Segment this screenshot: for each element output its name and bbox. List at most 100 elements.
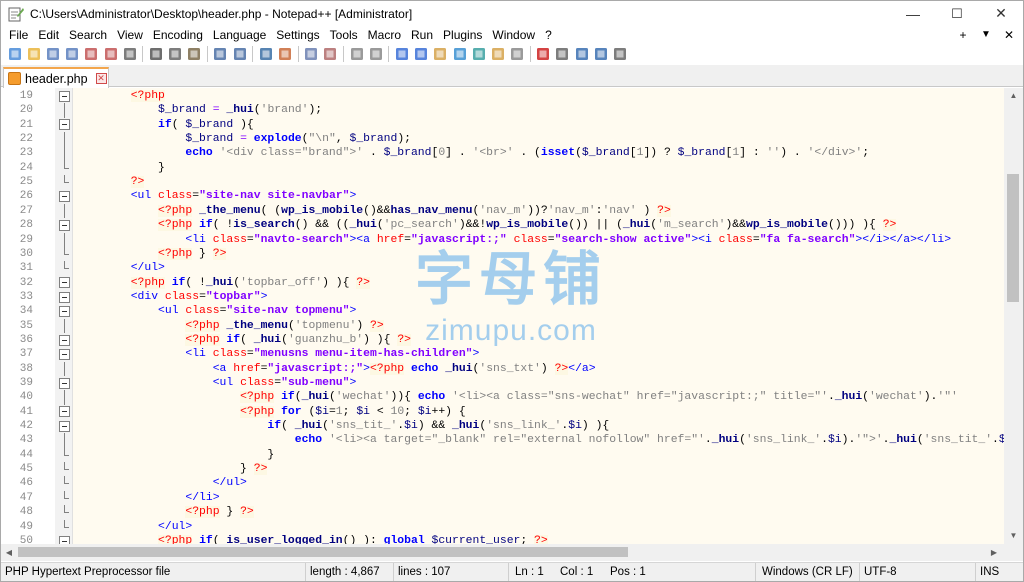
code-text[interactable]: $_brand = _hui('brand'); xyxy=(76,103,322,117)
vertical-scroll-thumb[interactable] xyxy=(1007,174,1019,302)
code-text[interactable]: if( _hui('sns_tit_'.$i) && _hui('sns_lin… xyxy=(76,419,609,433)
menu-tools[interactable]: Tools xyxy=(325,26,363,44)
code-text[interactable]: } xyxy=(76,448,274,462)
code-text[interactable]: </li> xyxy=(76,491,219,505)
code-line[interactable]: 19 <?php xyxy=(1,89,1004,103)
fold-collapse-icon[interactable] xyxy=(59,191,70,203)
fold-collapse-icon[interactable] xyxy=(59,305,70,317)
code-text[interactable]: <?php if( !_hui('topbar_off') ){ ?> xyxy=(76,276,370,290)
replace-icon[interactable] xyxy=(277,46,293,62)
code-line[interactable]: 26 <ul class="site-nav site-navbar"> xyxy=(1,189,1004,203)
tab-close-icon[interactable]: ✕ xyxy=(95,73,107,84)
monitoring-icon[interactable] xyxy=(509,46,525,62)
code-line[interactable]: 34 <ul class="site-nav topmenu"> xyxy=(1,304,1004,318)
code-line[interactable]: 33 <div class="topbar"> xyxy=(1,290,1004,304)
code-text[interactable]: <?php for ($i=1; $i < 10; $i++) { xyxy=(76,405,466,419)
status-encoding[interactable]: UTF-8 xyxy=(860,563,976,581)
code-line[interactable]: 48 <?php } ?> xyxy=(1,505,1004,519)
tab-list-dropdown-button[interactable]: ▼ xyxy=(976,26,996,44)
scroll-up-arrow-icon[interactable]: ▲ xyxy=(1004,88,1023,104)
undo-icon[interactable] xyxy=(212,46,228,62)
code-line[interactable]: 25 ?> xyxy=(1,175,1004,189)
code-text[interactable]: <li class="menusns menu-item-has-childre… xyxy=(76,347,479,361)
folder-as-workspace-icon[interactable] xyxy=(490,46,506,62)
code-text[interactable]: <ul class="site-nav site-navbar"> xyxy=(76,189,357,203)
redo-icon[interactable] xyxy=(232,46,248,62)
document-map-icon[interactable] xyxy=(452,46,468,62)
menu-edit[interactable]: Edit xyxy=(33,26,64,44)
code-line[interactable]: 28 <?php if( !is_search() && ((_hui('pc_… xyxy=(1,218,1004,232)
close-document-button[interactable]: ✕ xyxy=(999,26,1019,44)
fold-collapse-icon[interactable] xyxy=(59,348,70,360)
code-text[interactable]: </ul> xyxy=(76,520,192,534)
fold-collapse-icon[interactable] xyxy=(59,90,70,102)
code-text[interactable]: echo '<div class="brand">' . $_brand[0] … xyxy=(76,146,869,160)
code-editor[interactable]: 19 <?php 20 $_brand = _hui('brand'); 21 if… xyxy=(1,88,1004,544)
fold-collapse-icon[interactable] xyxy=(59,420,70,432)
close-window-button[interactable]: ✕ xyxy=(979,1,1023,26)
code-line[interactable]: 20 $_brand = _hui('brand'); xyxy=(1,103,1004,118)
menu-run[interactable]: Run xyxy=(406,26,438,44)
code-line[interactable]: 23 echo '<div class="brand">' . $_brand[… xyxy=(1,146,1004,161)
save-all-icon[interactable] xyxy=(64,46,80,62)
fold-collapse-icon[interactable] xyxy=(59,219,70,231)
scroll-right-arrow-icon[interactable]: ▶ xyxy=(986,545,1002,561)
horizontal-scrollbar[interactable]: ◀ ▶ xyxy=(1,544,1004,561)
code-text[interactable]: <ul class="sub-menu"> xyxy=(76,376,357,390)
function-list-icon[interactable] xyxy=(471,46,487,62)
fold-collapse-icon[interactable] xyxy=(59,406,70,418)
zoom-out-icon[interactable] xyxy=(322,46,338,62)
copy-icon[interactable] xyxy=(167,46,183,62)
menu-settings[interactable]: Settings xyxy=(271,26,324,44)
menu-language[interactable]: Language xyxy=(208,26,271,44)
maximize-button[interactable]: ☐ xyxy=(935,1,979,26)
code-text[interactable]: <li class="navto-search"><a href="javasc… xyxy=(76,233,951,247)
code-line[interactable]: 22 $_brand = explode("\n", $_brand); xyxy=(1,132,1004,147)
indent-guide-icon[interactable] xyxy=(432,46,448,62)
code-text[interactable]: </ul> xyxy=(76,261,165,275)
code-line[interactable]: 27 <?php _the_menu( (wp_is_mobile()&&has… xyxy=(1,203,1004,219)
code-text[interactable]: <?php if( !is_search() && ((_hui('pc_sea… xyxy=(76,218,897,232)
show-all-chars-icon[interactable] xyxy=(413,46,429,62)
open-file-icon[interactable] xyxy=(26,46,42,62)
code-line[interactable]: 40 <?php if(_hui('wechat')){ echo '<li><… xyxy=(1,390,1004,405)
new-file-icon[interactable] xyxy=(7,46,23,62)
fold-collapse-icon[interactable] xyxy=(59,291,70,303)
code-text[interactable]: <?php xyxy=(76,89,165,103)
menu-window[interactable]: Window xyxy=(487,26,540,44)
code-text[interactable]: } ?> xyxy=(76,462,268,476)
fold-collapse-icon[interactable] xyxy=(59,334,70,346)
code-text[interactable]: <?php if( _hui('guanzhu_b') ){ ?> xyxy=(76,333,411,347)
code-line[interactable]: 41 <?php for ($i=1; $i < 10; $i++) { xyxy=(1,405,1004,419)
find-icon[interactable] xyxy=(258,46,274,62)
horizontal-scroll-thumb[interactable] xyxy=(18,547,628,557)
fold-collapse-icon[interactable] xyxy=(59,535,70,544)
code-line[interactable]: 38 <a href="javascript:;"><?php echo _hu… xyxy=(1,361,1004,376)
save-icon[interactable] xyxy=(45,46,61,62)
menu-file[interactable]: File xyxy=(4,26,33,44)
code-text[interactable]: } xyxy=(76,161,165,175)
code-line[interactable]: 44 } xyxy=(1,447,1004,462)
vertical-scrollbar[interactable]: ▲ ▼ xyxy=(1004,88,1023,544)
code-text[interactable]: <a href="javascript:;"><?php echo _hui('… xyxy=(76,362,596,376)
code-line[interactable]: 45 } ?> xyxy=(1,462,1004,476)
fold-collapse-icon[interactable] xyxy=(59,119,70,131)
menu-help[interactable]: ? xyxy=(540,26,557,44)
code-text[interactable]: <?php } ?> xyxy=(76,505,254,519)
code-text[interactable]: <?php if( is_user_logged_in() ): global … xyxy=(76,534,548,544)
menu-encoding[interactable]: Encoding xyxy=(148,26,208,44)
code-line[interactable]: 39 <ul class="sub-menu"> xyxy=(1,376,1004,390)
sync-horizontal-icon[interactable] xyxy=(368,46,384,62)
word-wrap-icon[interactable] xyxy=(394,46,410,62)
code-line[interactable]: 37 <li class="menusns menu-item-has-chil… xyxy=(1,347,1004,361)
code-text[interactable]: <?php if(_hui('wechat')){ echo '<li><a c… xyxy=(76,390,958,404)
paste-icon[interactable] xyxy=(186,46,202,62)
code-line[interactable]: 35 <?php _the_menu('topmenu') ?> xyxy=(1,318,1004,333)
code-line[interactable]: 50 <?php if( is_user_logged_in() ): glob… xyxy=(1,534,1004,544)
code-line[interactable]: 30 <?php } ?> xyxy=(1,246,1004,261)
code-text[interactable]: <div class="topbar"> xyxy=(76,290,268,304)
code-text[interactable]: echo '<li><a target="_blank" rel="extern… xyxy=(76,433,1004,447)
sync-vertical-icon[interactable] xyxy=(349,46,365,62)
code-line[interactable]: 21 if( $_brand ){ xyxy=(1,118,1004,132)
code-line[interactable]: 29 <li class="navto-search"><a href="jav… xyxy=(1,232,1004,247)
